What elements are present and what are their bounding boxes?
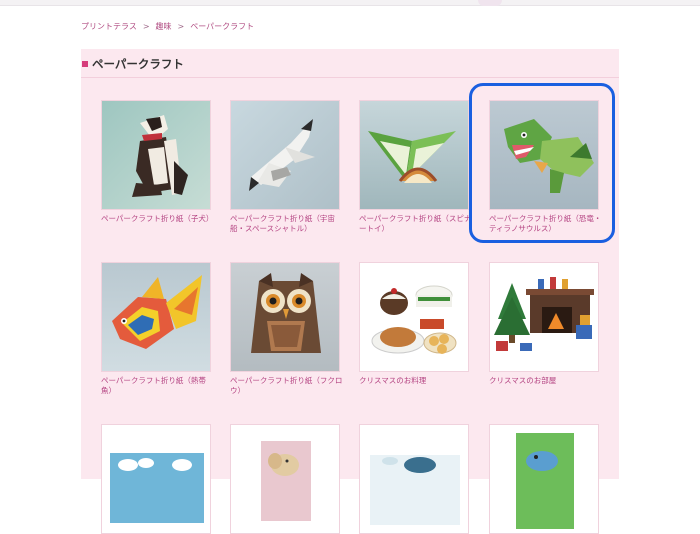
green-craft-image[interactable]	[489, 424, 599, 534]
christmas-dinner-image[interactable]	[359, 262, 469, 372]
christmas-room-image[interactable]	[489, 262, 599, 372]
craft-card-title[interactable]: ペーパークラフト折り紙（子犬）	[101, 214, 215, 224]
paper-dog-image[interactable]	[101, 100, 211, 210]
breadcrumb: プリントテラス > 趣味 > ペーパークラフト	[81, 21, 254, 32]
paper-tropical-fish-image[interactable]	[101, 262, 211, 372]
header-tab	[478, 0, 502, 6]
craft-card-title[interactable]: ペーパークラフト折り紙（フクロウ）	[230, 376, 344, 396]
section-marker-icon	[82, 61, 88, 67]
craft-card-title[interactable]: ペーパークラフト折り紙（熱帯魚）	[101, 376, 215, 396]
craft-card-title[interactable]: ペーパークラフト折り紙（宇宙船・スペースシャトル）	[230, 214, 344, 234]
breadcrumb-item-home[interactable]: プリントテラス	[81, 22, 137, 31]
paper-space-shuttle-image[interactable]	[230, 100, 340, 210]
breadcrumb-item-current: ペーパークラフト	[190, 22, 255, 31]
paper-spinner-toy-image[interactable]	[359, 100, 469, 210]
selection-highlight	[469, 83, 615, 243]
breadcrumb-item-hobby[interactable]: 趣味	[156, 22, 172, 31]
craft-card-title[interactable]: クリスマスのお部屋	[489, 376, 603, 386]
breadcrumb-separator: >	[142, 22, 150, 31]
sky-clouds-image[interactable]	[101, 424, 211, 534]
section-title: ペーパークラフト	[92, 57, 184, 71]
elephant-card-image[interactable]	[230, 424, 340, 534]
section-header: ペーパークラフト	[81, 49, 619, 78]
breadcrumb-separator: >	[177, 22, 185, 31]
craft-card-title[interactable]: クリスマスのお料理	[359, 376, 473, 386]
top-header-strip	[0, 0, 700, 6]
paper-owl-image[interactable]	[230, 262, 340, 372]
craft-card-title[interactable]: ペーパークラフト折り紙（スピナートイ）	[359, 214, 473, 234]
cloud-craft-image[interactable]	[359, 424, 469, 534]
